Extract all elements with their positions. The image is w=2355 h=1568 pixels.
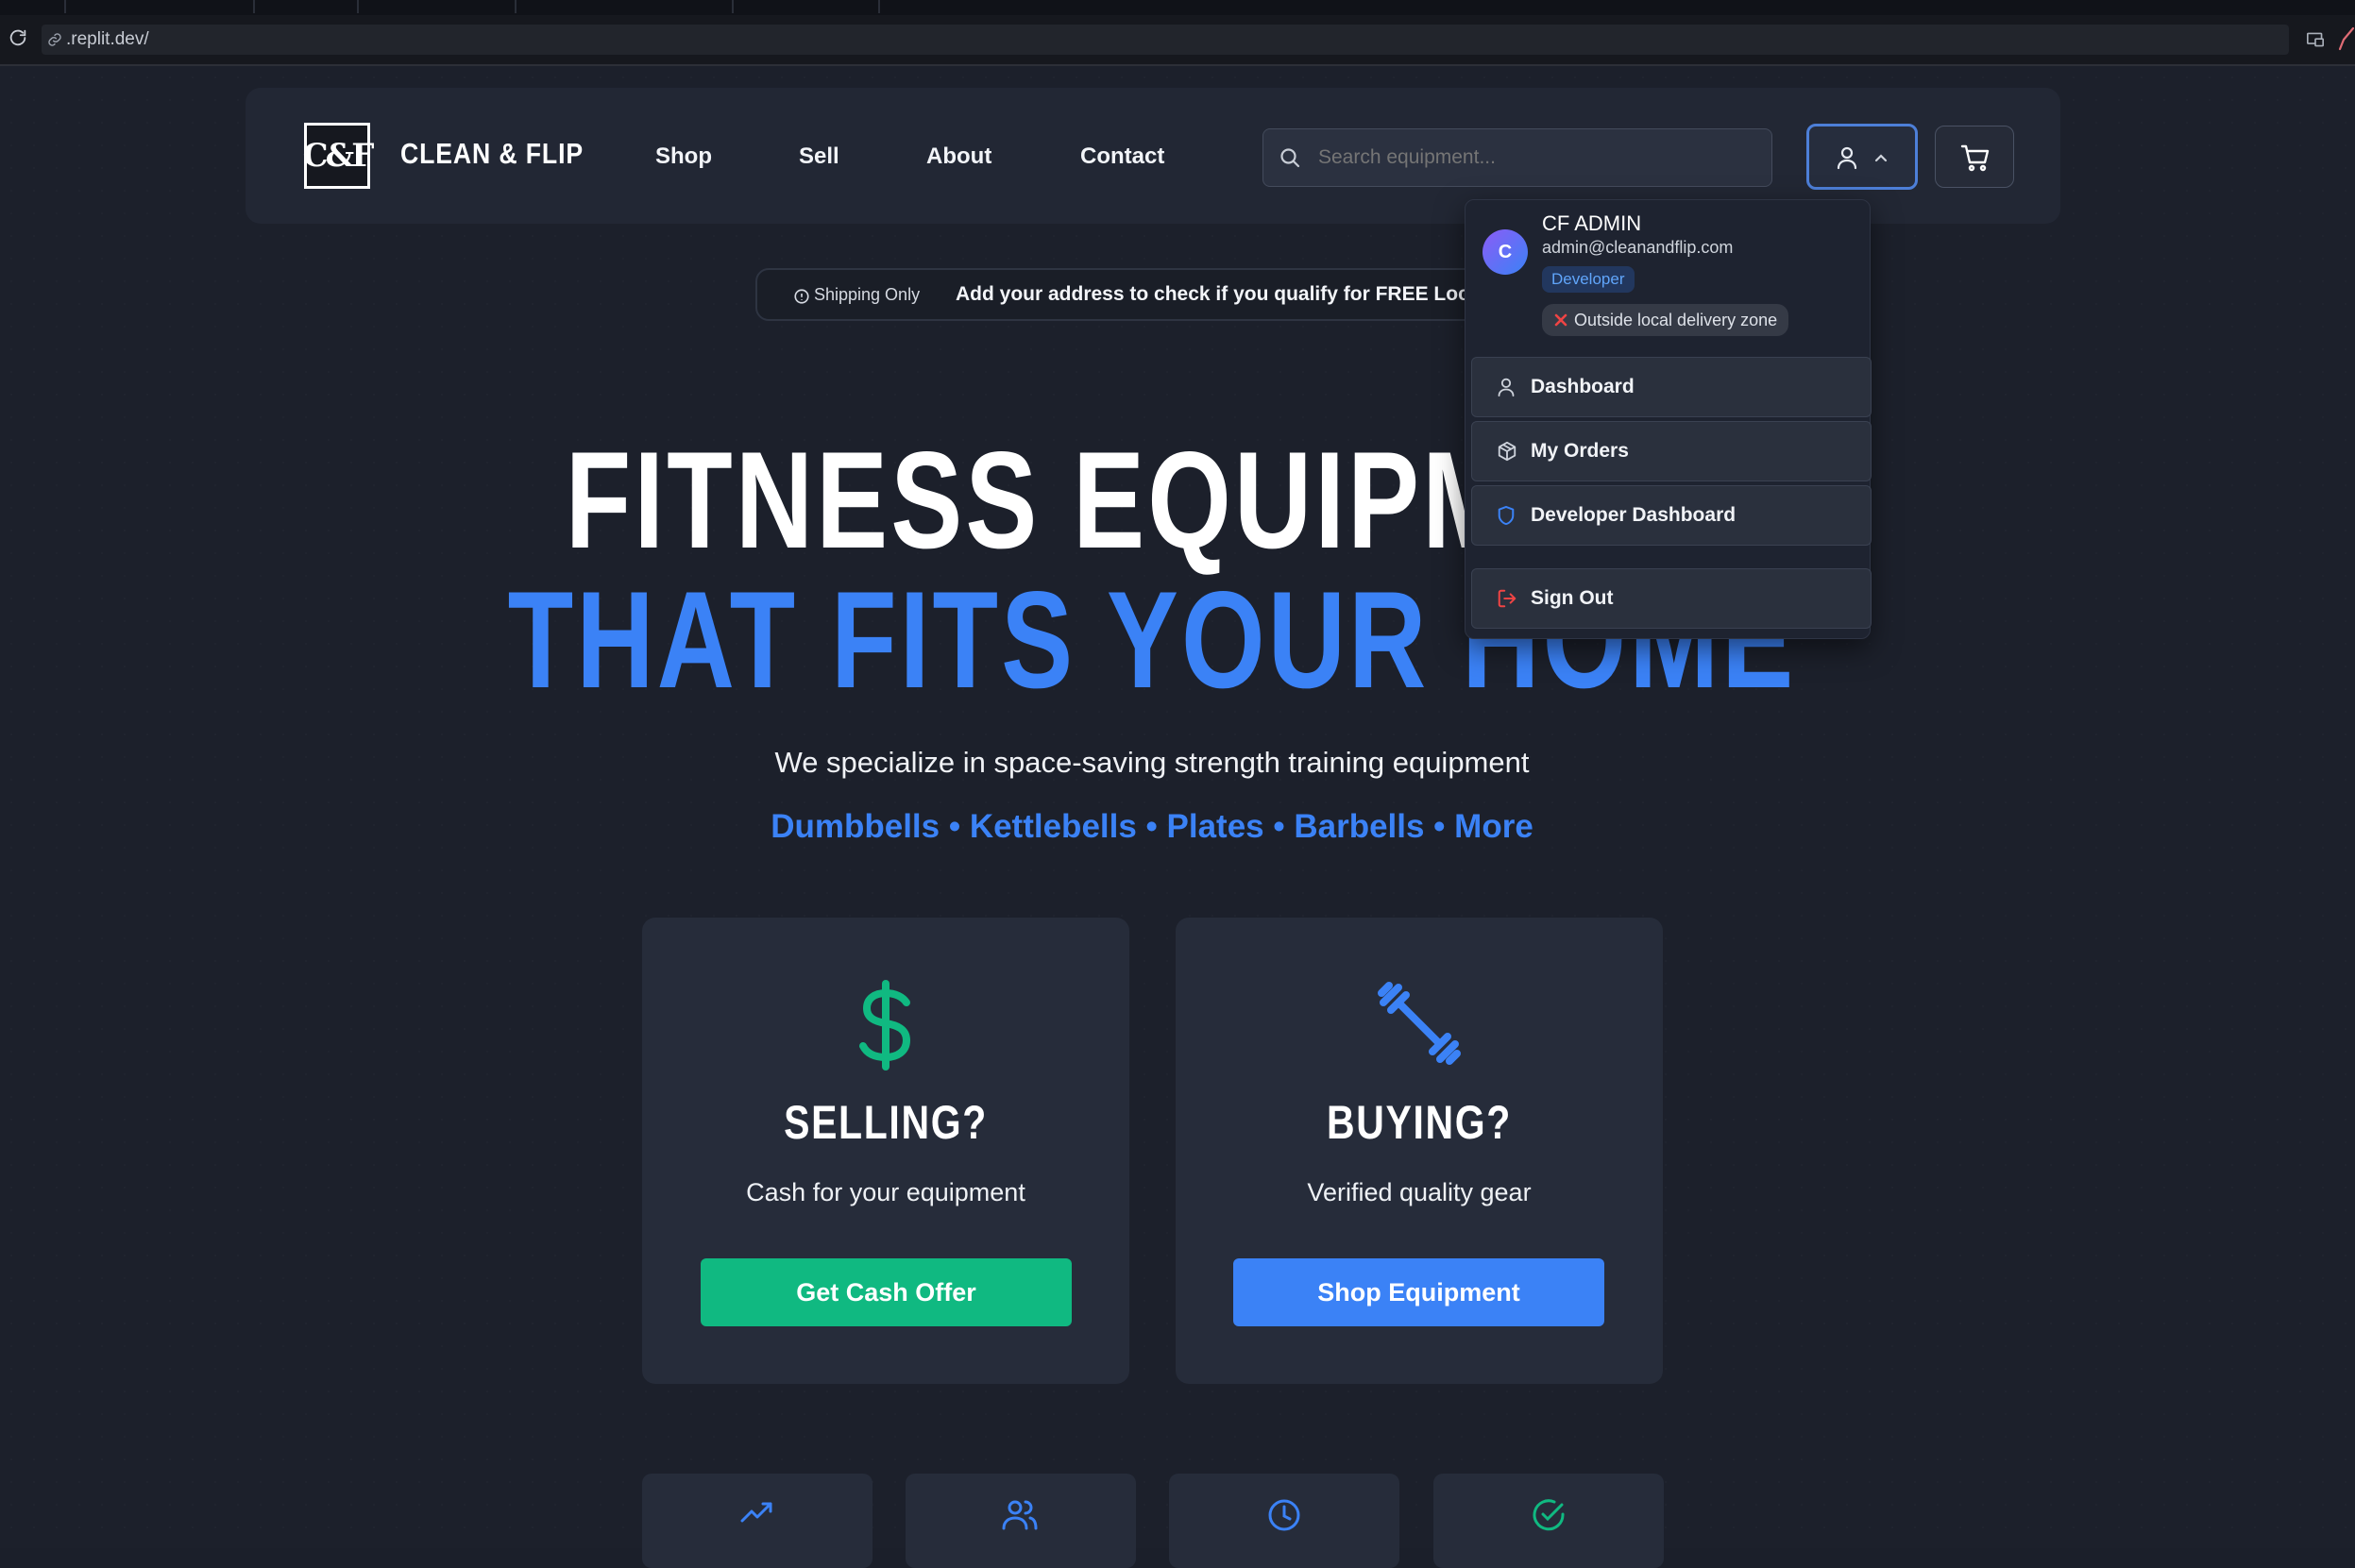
hero-tagline: We specialize in space-saving strength t… — [774, 746, 1530, 779]
url-field[interactable] — [42, 25, 2289, 55]
extension-icon[interactable] — [2338, 26, 2355, 51]
feature-tile — [642, 1474, 873, 1568]
nav-link-sell[interactable]: Sell — [799, 143, 839, 170]
tab-separator — [64, 0, 66, 13]
reload-icon[interactable] — [8, 27, 28, 48]
chevron-up-icon — [1873, 152, 1889, 163]
tab-separator — [732, 0, 734, 13]
shipping-message: Add your address to check if you qualify… — [956, 283, 1470, 305]
selling-title: SELLING? — [784, 1096, 988, 1149]
url-text: .replit.dev/ — [66, 29, 149, 49]
cast-screen-icon[interactable] — [2306, 31, 2325, 48]
selling-card: SELLING? Cash for your equipment Get Cas… — [642, 918, 1129, 1384]
package-icon — [1497, 441, 1517, 462]
hero-categories: Dumbbells • Kettlebells • Plates • Barbe… — [771, 808, 1533, 845]
avatar: C — [1482, 229, 1528, 275]
log-out-icon — [1497, 588, 1517, 609]
feature-tile — [1433, 1474, 1664, 1568]
selling-subtitle: Cash for your equipment — [746, 1178, 1025, 1206]
menu-item-sign-out[interactable]: Sign Out — [1471, 568, 1872, 629]
check-circle-icon — [1532, 1498, 1566, 1532]
get-cash-offer-button[interactable]: Get Cash Offer — [701, 1258, 1072, 1326]
menu-item-label: Developer Dashboard — [1531, 504, 1737, 526]
search-icon — [1279, 146, 1301, 169]
menu-item-dashboard[interactable]: Dashboard — [1471, 357, 1872, 417]
user-icon — [1497, 377, 1517, 397]
tab-separator — [357, 0, 359, 13]
feature-tile — [906, 1474, 1136, 1568]
buying-card: BUYING? Verified quality gear Shop Equip… — [1176, 918, 1663, 1384]
user-email: admin@cleanandflip.com — [1542, 238, 1734, 257]
menu-item-label: Sign Out — [1531, 587, 1614, 609]
role-badge: Developer — [1542, 266, 1635, 293]
tab-separator — [253, 0, 255, 13]
tab-separator — [515, 0, 517, 13]
shipping-label: Shipping Only — [814, 285, 921, 304]
delivery-zone-badge: Outside local delivery zone — [1542, 304, 1789, 336]
dumbbell-icon — [1376, 980, 1463, 1067]
x-mark-icon — [1553, 312, 1568, 328]
menu-item-label: Dashboard — [1531, 376, 1635, 397]
browser-tab-strip — [0, 0, 2355, 15]
trending-up-icon — [740, 1500, 774, 1526]
dollar-icon — [852, 980, 920, 1071]
user-icon — [1836, 145, 1858, 170]
link-icon — [47, 32, 62, 47]
cart-button[interactable] — [1935, 126, 2014, 188]
clock-icon — [1267, 1498, 1301, 1532]
brand-name[interactable]: CLEAN & FLIP — [400, 137, 584, 171]
users-icon — [1002, 1498, 1038, 1530]
user-name: CF ADMIN — [1542, 211, 1642, 235]
menu-item-label: My Orders — [1531, 440, 1629, 462]
feature-tile — [1169, 1474, 1399, 1568]
tab-separator — [878, 0, 880, 13]
info-icon — [793, 288, 810, 305]
buying-title: BUYING? — [1327, 1096, 1512, 1149]
nav-link-shop[interactable]: Shop — [655, 143, 712, 170]
shield-icon — [1497, 505, 1517, 526]
nav-link-contact[interactable]: Contact — [1080, 143, 1164, 170]
shop-equipment-button[interactable]: Shop Equipment — [1233, 1258, 1604, 1326]
search-input[interactable] — [1318, 143, 1753, 172]
nav-link-about[interactable]: About — [926, 143, 991, 170]
delivery-zone-text: Outside local delivery zone — [1574, 311, 1778, 329]
user-menu-button[interactable] — [1806, 124, 1918, 190]
buying-subtitle: Verified quality gear — [1307, 1178, 1532, 1206]
menu-item-my-orders[interactable]: My Orders — [1471, 421, 1872, 481]
logo-mark[interactable]: C&F — [303, 123, 374, 189]
cart-icon — [1960, 143, 1991, 172]
menu-item-developer-dashboard[interactable]: Developer Dashboard — [1471, 485, 1872, 546]
